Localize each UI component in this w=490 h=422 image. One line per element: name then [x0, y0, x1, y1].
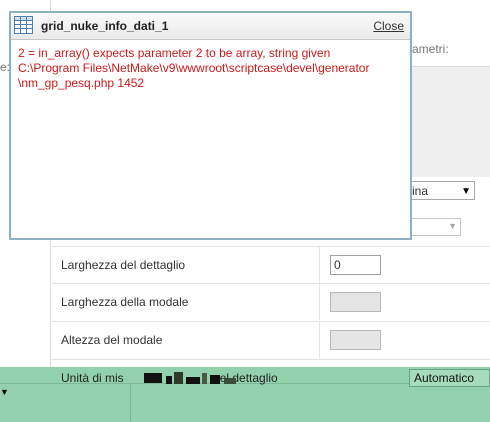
modal-width-input[interactable]	[330, 292, 381, 312]
dialog-header: grid_nuke_info_dati_1 Close	[11, 13, 410, 40]
detail-width-label: Larghezza del dettaglio	[61, 258, 186, 272]
unit-select[interactable]: Automatico	[409, 369, 490, 387]
render-glitch	[144, 371, 238, 385]
disabled-select[interactable]: ▼	[409, 218, 461, 236]
band-divider	[130, 383, 131, 422]
chevron-down-icon: ▼	[461, 186, 471, 197]
error-message: 2 = in_array() expects parameter 2 to be…	[18, 46, 369, 91]
close-link[interactable]: Close	[373, 19, 404, 33]
chevron-down-icon: ▼	[448, 221, 457, 231]
error-line: C:\Program Files\NetMake\v9\wwwroot\scri…	[18, 61, 370, 75]
params-panel	[412, 66, 490, 177]
row-divider	[319, 284, 320, 320]
row-detail-width: Larghezza del dettaglio 0	[52, 246, 490, 283]
detail-width-input[interactable]: 0	[330, 255, 381, 275]
row-divider	[319, 322, 320, 358]
row-modal-width: Larghezza della modale	[52, 283, 490, 320]
row-modal-height: Altezza del modale	[52, 321, 490, 358]
row-unit-top	[52, 359, 490, 367]
grid-icon	[14, 16, 33, 34]
chevron-down-icon: ▼	[0, 387, 9, 397]
params-label-fragment: ametri:	[412, 42, 449, 56]
error-dialog: grid_nuke_info_dati_1 Close 2 = in_array…	[9, 11, 412, 240]
display-select[interactable]: ina ▼	[409, 181, 475, 200]
modal-height-input[interactable]	[330, 330, 381, 350]
row-divider	[319, 247, 320, 283]
modal-height-label: Altezza del modale	[61, 333, 163, 347]
modal-width-label: Larghezza della modale	[61, 295, 189, 309]
display-select-value: ina	[412, 184, 429, 198]
dialog-title: grid_nuke_info_dati_1	[41, 19, 169, 33]
unit-label-start: Unità di mis	[61, 371, 124, 385]
error-line: 2 = in_array() expects parameter 2 to be…	[18, 46, 331, 60]
error-line: \nm_gp_pesq.php 1452	[18, 76, 145, 90]
